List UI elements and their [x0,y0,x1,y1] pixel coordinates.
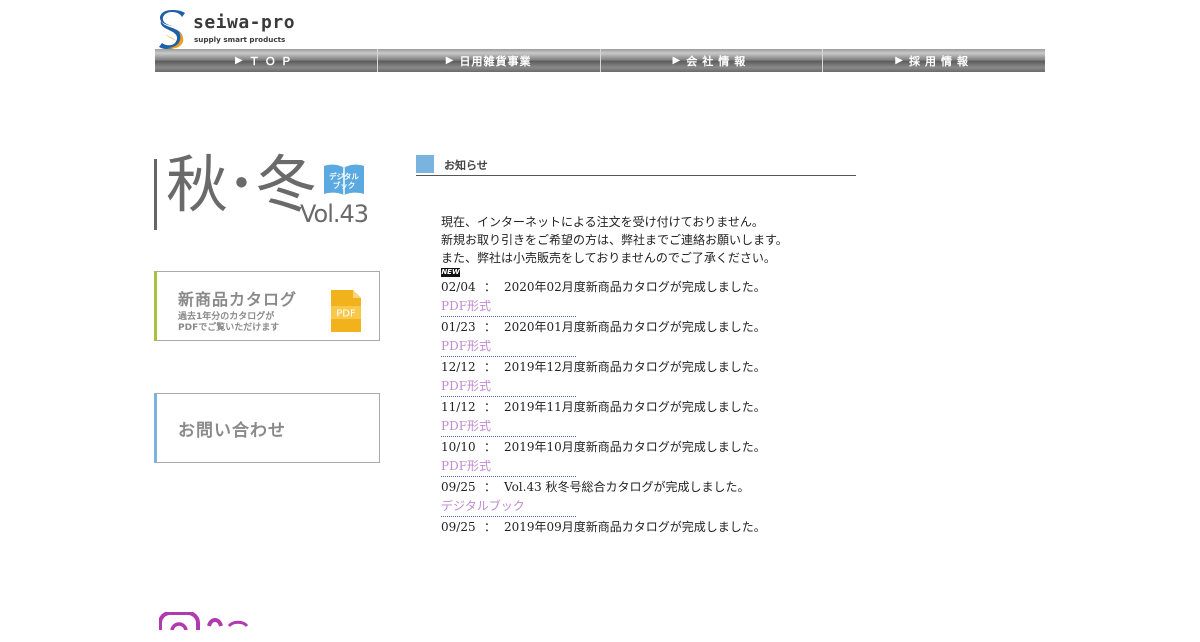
nav-item-label: ＴＯＰ [248,54,297,68]
digital-book-icon: デジタル ブック [324,164,364,195]
news-row: 01/23 ： 2020年01月度新商品カタログが完成しました。 [441,317,841,336]
news-text: 2019年12月度新商品カタログが完成しました。 [504,360,766,374]
notice-line: 新規お取り引きをご希望の方は、弊社までご連絡お願いします。 [441,233,788,247]
news-item: 12/12 ： 2019年12月度新商品カタログが完成しました。 PDF形式 [441,357,841,397]
news-text: Vol.43 秋冬号総合カタログが完成しました。 [504,480,750,494]
contact-banner-title: お問い合わせ [178,421,286,441]
news-colon: ： [484,520,497,534]
news-digital-book-link[interactable]: デジタルブック [441,496,841,516]
global-nav: ▶ ＴＯＰ ▶ 日用雑貨事業 ▶ 会社情報 ▶ 採用情報 [155,49,1045,72]
news-pdf-link[interactable]: PDF形式 [441,376,841,396]
new-badge: NEW [441,268,460,277]
badge-line1: デジタル [329,171,359,181]
pdf-file-icon: PDF [331,290,361,332]
news-date: 02/04 [441,279,476,294]
news-item: 09/25 ： Vol.43 秋冬号総合カタログが完成しました。 デジタルブック [441,477,841,517]
news-date: 09/25 [441,519,476,534]
notice-line: 現在、インターネットによる注文を受け付けておりません。 [441,215,764,229]
news-row: 11/12 ： 2019年11月度新商品カタログが完成しました。 [441,397,841,416]
nav-item-label: 日用雑貨事業 [459,54,532,68]
news-colon: ： [484,400,497,414]
news-pdf-link[interactable]: PDF形式 [441,456,841,476]
catalog-banner-title: 新商品カタログ [178,290,298,309]
nav-item-label: 会社情報 [686,54,751,68]
nav-item-label: 採用情報 [908,54,973,68]
nav-item-household-goods[interactable]: ▶ 日用雑貨事業 [377,49,601,72]
logo-name: seiwa-pro [193,12,296,33]
news-heading: お知らせ [416,155,856,176]
play-arrow-icon: ▶ [672,55,681,66]
notice-text: 現在、インターネットによる注文を受け付けておりません。 新規お取り引きをご希望の… [441,213,788,267]
news-pdf-link[interactable]: PDF形式 [441,416,841,436]
banner-accent-bar [154,159,157,230]
news-row: 09/25 ： Vol.43 秋冬号総合カタログが完成しました。 [441,477,841,496]
season-volume: Vol.43 [300,200,369,228]
news-date: 12/12 [441,359,476,374]
news-pdf-link[interactable]: PDF形式 [441,296,841,316]
news-text: 2020年02月度新商品カタログが完成しました。 [504,280,766,294]
pdf-icon-label: PDF [336,309,356,320]
nav-item-top[interactable]: ▶ ＴＯＰ [155,49,378,72]
season-catalog-banner[interactable]: 秋･冬 Vol.43 デジタル ブック [154,154,384,232]
news-text: 2019年11月度新商品カタログが完成しました。 [504,400,766,414]
contact-banner[interactable]: お問い合わせ [154,393,380,463]
heading-marker [416,155,434,173]
play-arrow-icon: ▶ [235,55,243,66]
news-item: 02/04 ： 2020年02月度新商品カタログが完成しました。 PDF形式 [441,277,841,317]
news-date: 09/25 [441,479,476,494]
news-item: 01/23 ： 2020年01月度新商品カタログが完成しました。 PDF形式 [441,317,841,357]
news-item: 11/12 ： 2019年11月度新商品カタログが完成しました。 PDF形式 [441,397,841,437]
catalog-subtitle-line2: PDFでご覧いただけます [178,323,280,333]
news-colon: ： [484,480,497,494]
news-colon: ： [484,280,497,294]
catalog-subtitle-line1: 過去1年分のカタログが [178,312,275,322]
news-row: 09/25 ： 2019年09月度新商品カタログが完成しました。 [441,517,841,536]
instagram-icon [158,611,249,642]
seiwa-logo-icon [159,10,185,50]
play-arrow-icon: ▶ [895,55,903,66]
news-pdf-link[interactable]: PDF形式 [441,336,841,356]
play-arrow-icon: ▶ [445,55,454,66]
news-text: 2020年01月度新商品カタログが完成しました。 [504,320,766,334]
news-colon: ： [484,320,497,334]
news-item: 10/10 ： 2019年10月度新商品カタログが完成しました。 PDF形式 [441,437,841,477]
news-heading-title: お知らせ [444,159,488,172]
news-text: 2019年09月度新商品カタログが完成しました。 [504,520,766,534]
news-row: 02/04 ： 2020年02月度新商品カタログが完成しました。 [441,277,841,296]
news-date: 10/10 [441,439,476,454]
instagram-link[interactable] [158,611,299,642]
catalog-banner-subtitle: 過去1年分のカタログが PDFでご覧いただけます [178,312,308,334]
logo-tagline: supply smart products [194,35,286,44]
nav-item-recruitment[interactable]: ▶ 採用情報 [823,49,1045,72]
news-colon: ： [484,360,497,374]
nav-item-company-info[interactable]: ▶ 会社情報 [600,49,824,72]
news-text: 2019年10月度新商品カタログが完成しました。 [504,440,766,454]
news-date: 11/12 [441,399,476,414]
news-row: 12/12 ： 2019年12月度新商品カタログが完成しました。 [441,357,841,376]
new-products-catalog-banner[interactable]: 新商品カタログ 過去1年分のカタログが PDFでご覧いただけます PDF [154,271,380,341]
season-title: 秋･冬 [166,148,317,221]
news-colon: ： [484,440,497,454]
notice-line: また、弊社は小売販売をしておりませんのでご了承ください。 [441,251,776,265]
news-list: NEW 02/04 ： 2020年02月度新商品カタログが完成しました。 PDF… [441,268,841,536]
badge-line2: ブック [333,180,356,190]
news-row: 10/10 ： 2019年10月度新商品カタログが完成しました。 [441,437,841,456]
site-logo[interactable]: seiwa-pro supply smart products [155,8,315,50]
news-date: 01/23 [441,319,476,334]
news-item: 09/25 ： 2019年09月度新商品カタログが完成しました。 [441,517,841,536]
